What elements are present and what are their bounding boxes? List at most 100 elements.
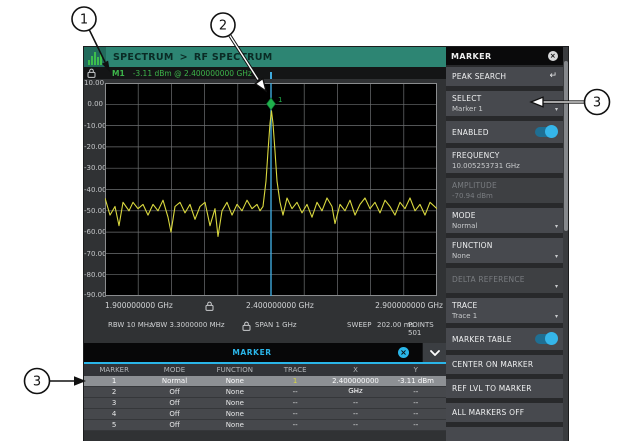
- panel-title: MARKER: [451, 52, 492, 61]
- cell-mode: Off: [144, 420, 204, 430]
- cell-function: None: [205, 376, 265, 386]
- marker-position-tick: [270, 72, 272, 79]
- item-label: REF LVL TO MARKER: [452, 384, 557, 393]
- vbw-setting[interactable]: VBW 3.3000000 MHz: [151, 321, 225, 329]
- spectrum-plot[interactable]: 1: [105, 83, 437, 296]
- breadcrumb: SPECTRUM > RF SPECTRUM: [113, 52, 273, 63]
- cell-marker: 3: [84, 398, 144, 408]
- cell-x: --: [325, 409, 385, 419]
- item-label: PEAK SEARCH: [452, 72, 549, 81]
- rbw-setting[interactable]: RBW 10 MHz: [108, 321, 153, 329]
- close-icon[interactable]: ×: [398, 347, 409, 358]
- cell-mode: Normal: [144, 376, 204, 386]
- item-label: ALL MARKERS OFF: [452, 408, 557, 417]
- cell-y: --: [386, 398, 446, 408]
- lock-icon: [242, 321, 251, 331]
- center-on-marker-button[interactable]: CENTER ON MARKER: [446, 355, 563, 374]
- item-label: SELECT: [452, 94, 557, 103]
- return-icon: ↵: [549, 72, 557, 81]
- item-value: -70.94 dBm: [452, 192, 557, 200]
- cell-function: None: [205, 387, 265, 397]
- function-dropdown[interactable]: FUNCTION None ▾: [446, 238, 563, 263]
- col-function: FUNCTION: [205, 364, 265, 376]
- col-trace: TRACE: [265, 364, 325, 376]
- all-markers-off-button[interactable]: ALL MARKERS OFF: [446, 403, 563, 422]
- sweep-status-bar: RBW 10 MHz VBW 3.3000000 MHz SPAN 1 GHz …: [84, 320, 446, 332]
- marker-readout-bar: M1 -3.11 dBm @ 2.400000000 GHz: [84, 67, 446, 79]
- item-value: Normal: [452, 222, 557, 230]
- y-tick-label: -30.00: [84, 164, 103, 172]
- item-label: FREQUENCY: [452, 151, 557, 160]
- marker-table-row[interactable]: MARKER TABLE: [446, 328, 563, 350]
- x-tick-center: 2.400000000 GHz: [246, 301, 314, 310]
- peak-search-button[interactable]: PEAK SEARCH ↵: [446, 67, 563, 86]
- table-row[interactable]: 3 Off None -- -- --: [84, 398, 446, 409]
- cell-y: --: [386, 420, 446, 430]
- chevron-down-icon: ▾: [555, 224, 558, 230]
- cell-trace: --: [265, 398, 325, 408]
- y-tick-label: -40.00: [84, 186, 103, 194]
- callout-number: 3: [33, 375, 41, 390]
- marker-table-header: MARKER MODE FUNCTION TRACE X Y: [84, 364, 446, 376]
- callout-3-table-row: 3: [25, 369, 87, 394]
- item-value: None: [452, 252, 557, 260]
- breadcrumb-measurement[interactable]: SPECTRUM: [113, 52, 174, 63]
- cell-y: --: [386, 387, 446, 397]
- span-setting[interactable]: SPAN 1 GHz: [255, 321, 297, 329]
- cell-marker: 1: [84, 376, 144, 386]
- callout-number: 2: [219, 19, 227, 34]
- cell-marker: 5: [84, 420, 144, 430]
- table-row[interactable]: 2 Off None -- -- --: [84, 387, 446, 398]
- panel-scrollbar[interactable]: [563, 47, 568, 441]
- y-tick-label: 0.00: [84, 100, 103, 108]
- item-value: Trace 1: [452, 312, 557, 320]
- item-label: CENTER ON MARKER: [452, 360, 557, 369]
- cell-trace: --: [265, 409, 325, 419]
- amplitude-field: AMPLITUDE -70.94 dBm: [446, 178, 563, 203]
- marker-table-body: 1 Normal None 1 2.400000000 GHz -3.11 dB…: [84, 376, 446, 431]
- chevron-down-icon: ▾: [555, 107, 558, 113]
- cell-x: --: [325, 420, 385, 430]
- select-marker-dropdown[interactable]: SELECT Marker 1 ▾: [446, 91, 563, 116]
- marker-readout-value: -3.11 dBm @ 2.400000000 GHz: [133, 69, 252, 78]
- cell-mode: Off: [144, 398, 204, 408]
- close-icon[interactable]: ×: [548, 51, 558, 61]
- breadcrumb-view[interactable]: RF SPECTRUM: [194, 52, 273, 63]
- callout-number: 1: [80, 13, 88, 28]
- cell-y: --: [386, 409, 446, 419]
- mode-dropdown[interactable]: MODE Normal ▾: [446, 208, 563, 233]
- scrollbar-thumb[interactable]: [564, 61, 568, 231]
- enabled-row[interactable]: ENABLED: [446, 121, 563, 143]
- item-label: DELTA REFERENCE: [452, 275, 557, 284]
- sweep-label: SWEEP: [347, 321, 371, 329]
- cell-mode: Off: [144, 387, 204, 397]
- ref-lvl-to-marker-button[interactable]: REF LVL TO MARKER: [446, 379, 563, 398]
- cell-mode: Off: [144, 409, 204, 419]
- panel-item-list: PEAK SEARCH ↵ SELECT Marker 1 ▾ ENABLED …: [446, 65, 563, 441]
- col-mode: MODE: [144, 364, 204, 376]
- table-row[interactable]: 4 Off None -- -- --: [84, 409, 446, 420]
- cell-x: 2.400000000 GHz: [325, 376, 385, 386]
- panel-item-cutoff: [446, 427, 563, 441]
- item-value: 10.005253731 GHz: [452, 162, 557, 170]
- table-row[interactable]: 1 Normal None 1 2.400000000 GHz -3.11 dB…: [84, 376, 446, 387]
- cell-function: None: [205, 420, 265, 430]
- table-row[interactable]: 5 Off None -- -- --: [84, 420, 446, 431]
- chevron-down-button[interactable]: [422, 343, 446, 362]
- y-tick-label: -50.00: [84, 207, 103, 215]
- cell-function: None: [205, 409, 265, 419]
- marker-table-titlebar: MARKER ×: [84, 343, 446, 362]
- cell-trace: --: [265, 420, 325, 430]
- marker-readout-id: M1: [112, 69, 125, 78]
- frequency-field[interactable]: FREQUENCY 10.005253731 GHz: [446, 148, 563, 173]
- trace-dropdown[interactable]: TRACE Trace 1 ▾: [446, 298, 563, 323]
- marker-table-toggle[interactable]: [535, 334, 557, 344]
- graph-region: 10.00 0.00 -10.00 -20.00 -30.00 -40.00 -…: [84, 79, 446, 300]
- item-label: AMPLITUDE: [452, 181, 557, 190]
- callout-number: 3: [593, 96, 601, 111]
- enabled-toggle[interactable]: [535, 127, 557, 137]
- x-tick-stop: 2.900000000 GHz: [375, 301, 443, 310]
- cell-x: --: [325, 398, 385, 408]
- cell-marker: 4: [84, 409, 144, 419]
- chevron-down-icon: ▾: [555, 254, 558, 260]
